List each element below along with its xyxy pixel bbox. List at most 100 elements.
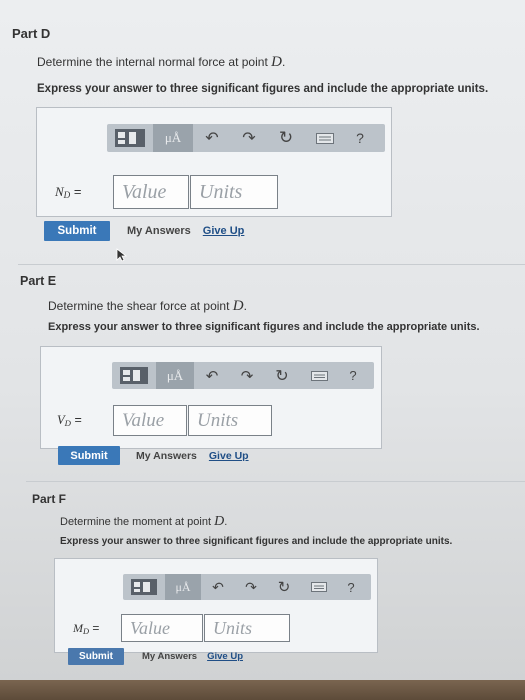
keyboard-icon bbox=[311, 582, 327, 592]
action-row: Submit My Answers Give Up bbox=[44, 221, 244, 241]
variable-main: M bbox=[73, 620, 83, 635]
value-input[interactable]: Value bbox=[113, 405, 187, 436]
question-suffix: . bbox=[243, 299, 247, 313]
variable-label: ND = bbox=[55, 184, 113, 200]
redo-icon: ↷ bbox=[245, 578, 257, 595]
template-button[interactable] bbox=[107, 124, 153, 152]
question-text: Determine the moment at point D. bbox=[60, 514, 227, 530]
mu-angstrom-label: μÅ bbox=[164, 130, 182, 145]
equation-toolbar: μÅ ↶ ↷ ↻ ? bbox=[123, 574, 371, 600]
part-f: Part F Determine the moment at point D. … bbox=[0, 480, 525, 680]
answer-box: μÅ ↶ ↷ ↻ bbox=[36, 107, 392, 217]
undo-icon: ↶ bbox=[205, 367, 219, 385]
mouse-cursor-icon bbox=[116, 248, 128, 262]
part-d: Part D Determine the internal normal for… bbox=[0, 0, 525, 262]
keyboard-button[interactable] bbox=[305, 124, 345, 152]
action-row: Submit My Answers Give Up bbox=[58, 446, 249, 465]
reset-icon: ↻ bbox=[275, 367, 289, 385]
value-input[interactable]: Value bbox=[121, 614, 203, 642]
keyboard-button[interactable] bbox=[301, 574, 337, 600]
give-up-link[interactable]: Give Up bbox=[209, 450, 249, 462]
keyboard-button[interactable] bbox=[300, 362, 338, 389]
input-row: VD = Value Units bbox=[57, 405, 272, 436]
help-icon: ? bbox=[349, 368, 357, 383]
desk-background bbox=[0, 680, 525, 700]
question-var: D bbox=[271, 54, 282, 70]
help-icon: ? bbox=[347, 579, 355, 595]
question-text: Determine the internal normal force at p… bbox=[37, 54, 285, 71]
units-input[interactable]: Units bbox=[188, 405, 272, 436]
question-suffix: . bbox=[224, 516, 228, 528]
equation-toolbar: μÅ ↶ ↷ ↻ ? bbox=[112, 362, 374, 389]
answer-box: μÅ ↶ ↷ ↻ bbox=[40, 346, 382, 449]
equals-sign: = bbox=[70, 413, 82, 427]
submit-button[interactable]: Submit bbox=[68, 648, 124, 665]
help-button[interactable]: ? bbox=[345, 124, 375, 152]
answer-box: μÅ ↶ ↷ ↻ bbox=[54, 558, 378, 653]
help-icon: ? bbox=[356, 130, 364, 146]
my-answers-link[interactable]: My Answers bbox=[142, 651, 197, 662]
undo-icon: ↶ bbox=[212, 578, 224, 595]
part-title: Part E bbox=[20, 274, 57, 288]
undo-button[interactable]: ↶ bbox=[201, 574, 235, 600]
template-button[interactable] bbox=[123, 574, 165, 600]
question-var: D bbox=[232, 298, 244, 314]
units-symbol-button[interactable]: μÅ bbox=[156, 362, 194, 389]
template-button[interactable] bbox=[112, 362, 156, 389]
redo-icon: ↷ bbox=[242, 130, 256, 147]
variable-label: VD = bbox=[57, 413, 113, 428]
my-answers-link[interactable]: My Answers bbox=[136, 450, 197, 462]
reset-button[interactable]: ↻ bbox=[267, 574, 301, 600]
variable-main: N bbox=[55, 184, 64, 199]
help-button[interactable]: ? bbox=[338, 362, 368, 389]
part-title: Part F bbox=[32, 492, 67, 506]
variable-main: V bbox=[57, 413, 65, 427]
reset-icon: ↻ bbox=[278, 128, 294, 147]
my-answers-link[interactable]: My Answers bbox=[127, 225, 191, 237]
give-up-link[interactable]: Give Up bbox=[207, 651, 243, 662]
keyboard-icon bbox=[310, 370, 328, 381]
redo-icon: ↷ bbox=[240, 367, 254, 385]
units-input[interactable]: Units bbox=[190, 175, 278, 209]
instruction-text: Express your answer to three significant… bbox=[60, 536, 453, 547]
question-prefix: Determine the shear force at point bbox=[48, 299, 233, 313]
give-up-link[interactable]: Give Up bbox=[203, 225, 245, 237]
units-input[interactable]: Units bbox=[204, 614, 290, 642]
part-title: Part D bbox=[12, 26, 51, 41]
reset-button[interactable]: ↻ bbox=[267, 124, 305, 152]
instruction-text: Express your answer to three significant… bbox=[48, 321, 480, 333]
redo-button[interactable]: ↷ bbox=[231, 124, 267, 152]
question-text: Determine the shear force at point D. bbox=[48, 298, 247, 315]
mu-angstrom-label: μÅ bbox=[166, 367, 184, 383]
redo-button[interactable]: ↷ bbox=[235, 574, 267, 600]
reset-icon: ↻ bbox=[277, 579, 291, 596]
question-prefix: Determine the moment at point bbox=[60, 516, 215, 528]
undo-button[interactable]: ↶ bbox=[194, 362, 230, 389]
units-symbol-button[interactable]: μÅ bbox=[153, 124, 193, 152]
question-prefix: Determine the internal normal force at p… bbox=[37, 55, 272, 69]
help-button[interactable]: ? bbox=[337, 574, 365, 600]
submit-button[interactable]: Submit bbox=[58, 446, 120, 465]
input-row: MD = Value Units bbox=[73, 614, 290, 642]
question-var: D bbox=[214, 514, 225, 529]
units-symbol-button[interactable]: μÅ bbox=[165, 574, 201, 600]
variable-label: MD = bbox=[73, 621, 121, 636]
redo-button[interactable]: ↷ bbox=[230, 362, 264, 389]
page: Part D Determine the internal normal for… bbox=[0, 0, 525, 700]
reset-button[interactable]: ↻ bbox=[264, 362, 300, 389]
question-suffix: . bbox=[281, 55, 286, 69]
submit-button[interactable]: Submit bbox=[44, 221, 110, 241]
part-e: Part E Determine the shear force at poin… bbox=[0, 262, 525, 484]
matrix-template-icon bbox=[131, 579, 157, 595]
mu-angstrom-label: μÅ bbox=[175, 579, 191, 594]
value-input[interactable]: Value bbox=[113, 175, 189, 209]
undo-icon: ↶ bbox=[205, 130, 219, 147]
undo-button[interactable]: ↶ bbox=[193, 124, 231, 152]
matrix-template-icon bbox=[120, 367, 148, 384]
instruction-text: Express your answer to three significant… bbox=[37, 83, 489, 95]
matrix-template-icon bbox=[115, 129, 145, 147]
action-row: Submit My Answers Give Up bbox=[68, 648, 243, 665]
equation-toolbar: μÅ ↶ ↷ ↻ ? bbox=[107, 124, 385, 152]
keyboard-icon bbox=[316, 132, 334, 144]
equals-sign: = bbox=[70, 184, 82, 199]
